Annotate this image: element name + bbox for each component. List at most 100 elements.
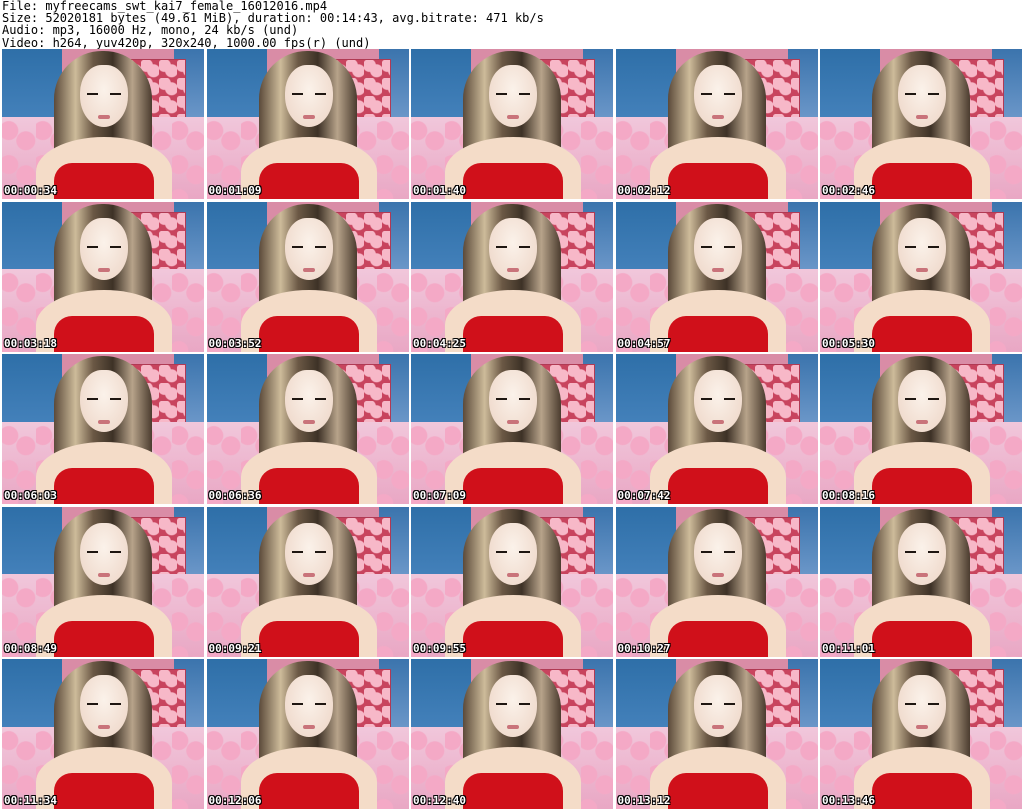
thumbnail-timestamp: 00:04:25	[413, 336, 466, 350]
lips	[302, 115, 315, 119]
red-top	[667, 315, 768, 352]
red-top	[258, 163, 359, 199]
eye	[291, 550, 303, 553]
lips	[916, 420, 928, 424]
thumbnail-timestamp: 00:06:36	[208, 489, 262, 502]
thumbnail-timestamp: 00:02:46	[822, 184, 875, 197]
lips	[98, 572, 110, 577]
red-top	[258, 315, 359, 352]
video-thumbnail[interactable]: 00:13:46	[820, 659, 1022, 809]
lips	[98, 267, 110, 272]
video-thumbnail[interactable]: 00:11:34	[2, 659, 204, 809]
red-top	[872, 468, 972, 504]
lips	[916, 267, 928, 272]
eye	[314, 93, 326, 95]
eye	[723, 245, 735, 248]
eye	[723, 93, 735, 95]
lips	[507, 267, 519, 272]
eye	[700, 93, 712, 95]
video-thumbnail[interactable]: 00:09:21	[206, 506, 409, 657]
video-thumbnail[interactable]: 00:04:57	[615, 201, 818, 352]
eye	[291, 398, 303, 400]
red-top	[54, 315, 154, 352]
eye	[700, 550, 712, 553]
lips	[711, 267, 724, 272]
eye	[905, 550, 916, 553]
video-thumbnail[interactable]: 00:01:09	[206, 49, 409, 199]
eye	[110, 703, 121, 705]
eye	[519, 703, 530, 705]
lips	[711, 115, 724, 119]
video-thumbnail[interactable]: 00:05:30	[820, 201, 1022, 352]
eye	[905, 245, 916, 248]
eye	[87, 550, 98, 553]
video-thumbnail[interactable]: 00:09:55	[411, 506, 613, 657]
red-top	[258, 468, 359, 504]
eye	[928, 398, 939, 400]
thumbnail-timestamp: 00:11:01	[822, 641, 875, 655]
eye	[519, 550, 530, 553]
thumbnail-timestamp: 00:04:57	[617, 336, 671, 350]
thumbnail-timestamp: 00:03:18	[4, 336, 57, 350]
video-thumbnail[interactable]: 00:11:01	[820, 506, 1022, 657]
lips	[711, 725, 724, 729]
lips	[916, 572, 928, 577]
thumbnail-timestamp: 00:01:40	[413, 184, 466, 197]
video-thumbnail[interactable]: 00:07:09	[411, 354, 613, 504]
audio-info-line: Audio: mp3, 16000 Hz, mono, 24 kb/s (und…	[2, 23, 299, 38]
lips	[711, 572, 724, 577]
lips	[98, 725, 110, 729]
video-thumbnail[interactable]: 00:01:40	[411, 49, 613, 199]
eye	[723, 703, 735, 705]
video-thumbnail[interactable]: 00:08:49	[2, 506, 204, 657]
video-thumbnail[interactable]: 00:00:34	[2, 49, 204, 199]
eye	[291, 245, 303, 248]
red-top	[667, 620, 768, 657]
eye	[87, 245, 98, 248]
thumbnail-timestamp: 00:05:30	[822, 336, 875, 350]
thumbnail-timestamp: 00:12:06	[208, 794, 262, 807]
eye	[496, 703, 507, 705]
eye	[928, 93, 939, 95]
thumbnail-timestamp: 00:09:21	[208, 641, 262, 655]
red-top	[872, 620, 972, 657]
red-top	[667, 468, 768, 504]
video-thumbnail[interactable]: 00:07:42	[615, 354, 818, 504]
video-thumbnail[interactable]: 00:04:25	[411, 201, 613, 352]
video-thumbnail[interactable]: 00:03:18	[2, 201, 204, 352]
video-thumbnail[interactable]: 00:13:12	[615, 659, 818, 809]
lips	[916, 725, 928, 729]
eye	[928, 703, 939, 705]
thumbnail-timestamp: 00:12:40	[413, 794, 466, 807]
eye	[110, 245, 121, 248]
video-thumbnail[interactable]: 00:03:52	[206, 201, 409, 352]
eye	[928, 550, 939, 553]
video-thumbnail[interactable]: 00:12:06	[206, 659, 409, 809]
eye	[496, 245, 507, 248]
video-thumbnail[interactable]: 00:08:16	[820, 354, 1022, 504]
video-thumbnail[interactable]: 00:10:27	[615, 506, 818, 657]
red-top	[54, 163, 154, 199]
lips	[507, 572, 519, 577]
video-thumbnail[interactable]: 00:06:36	[206, 354, 409, 504]
red-top	[463, 468, 563, 504]
video-thumbnail[interactable]: 00:06:03	[2, 354, 204, 504]
video-thumbnail[interactable]: 00:02:46	[820, 49, 1022, 199]
lips	[302, 572, 315, 577]
lips	[302, 420, 315, 424]
thumbnail-timestamp: 00:09:55	[413, 641, 466, 655]
red-top	[463, 163, 563, 199]
thumbnail-timestamp: 00:13:12	[617, 794, 671, 807]
red-top	[258, 773, 359, 809]
eye	[928, 245, 939, 248]
video-thumbnail[interactable]: 00:12:40	[411, 659, 613, 809]
eye	[519, 93, 530, 95]
eye	[700, 703, 712, 705]
eye	[519, 398, 530, 400]
thumbnail-timestamp: 00:07:09	[413, 489, 466, 502]
lips	[711, 420, 724, 424]
eye	[496, 398, 507, 400]
eye	[314, 550, 326, 553]
video-thumbnail[interactable]: 00:02:12	[615, 49, 818, 199]
red-top	[872, 315, 972, 352]
